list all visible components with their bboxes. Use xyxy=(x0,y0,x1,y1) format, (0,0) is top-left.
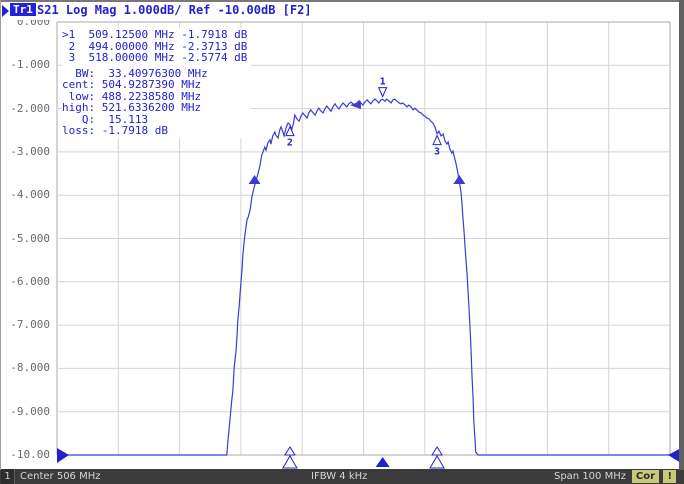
window-frame-left xyxy=(0,0,1,470)
y-tick-label: -6.000 xyxy=(0,276,50,288)
y-tick-label: -7.000 xyxy=(0,319,50,331)
marker-3-stimulus-upper-icon[interactable] xyxy=(432,447,442,455)
loss-readout: loss: -1.7918 dB xyxy=(62,125,247,137)
instrument-status-bar: 1 Center 506 MHz IFBW 4 kHz Span 100 MHz… xyxy=(0,469,684,484)
y-tick-label: -10.00 xyxy=(0,449,50,461)
ref-level-pointer-left-icon xyxy=(57,448,69,463)
cent-readout: cent: 504.9287390 MHz xyxy=(62,79,247,91)
trace1-badge[interactable]: Tr1 xyxy=(10,3,36,16)
high-readout: high: 521.6336200 MHz xyxy=(62,102,247,114)
marker-3-glyph-icon[interactable] xyxy=(433,136,441,145)
window-frame-right xyxy=(679,0,684,470)
y-tick-label: -8.000 xyxy=(0,362,50,374)
marker-3-stimulus-icon[interactable] xyxy=(430,456,444,468)
marker-readout-panel: >1 509.12500 MHz -1.7918 dB 2 494.00000 … xyxy=(62,28,251,138)
trace-status-bar: Tr1 S21 Log Mag 1.000dB/ Ref -10.00dB [F… xyxy=(0,2,684,20)
center-frequency-label: Center 506 MHz xyxy=(20,469,101,484)
marker-3-readout: 3 518.00000 MHz -2.5774 dB xyxy=(62,52,247,64)
marker-3-number-label: 3 xyxy=(434,147,440,158)
y-tick-label: -4.000 xyxy=(0,189,50,201)
bw-high-marker-icon[interactable] xyxy=(453,175,465,184)
trace-format-title[interactable]: S21 Log Mag 1.000dB/ Ref -10.00dB [F2] xyxy=(37,3,312,17)
y-tick-label: -3.000 xyxy=(0,146,50,158)
span-label: Span 100 MHz xyxy=(554,469,626,484)
y-axis-labels: 0.000-1.000-2.000-3.000-4.000-5.000-6.00… xyxy=(0,0,52,470)
y-tick-label: -9.000 xyxy=(0,406,50,418)
plot-region: 123 0.000-1.000-2.000-3.000-4.000-5.000-… xyxy=(0,0,684,470)
correction-on-badge: Cor xyxy=(632,470,659,483)
window-frame-top xyxy=(0,0,684,2)
y-tick-label: -5.000 xyxy=(0,233,50,245)
ifbw-label: IFBW 4 kHz xyxy=(311,469,367,484)
marker-1-number-label: 1 xyxy=(380,77,386,88)
bw-low-marker-icon[interactable] xyxy=(249,175,261,184)
marker-2-stimulus-icon[interactable] xyxy=(283,456,297,468)
marker-1-glyph-icon[interactable] xyxy=(379,88,387,97)
marker-1-readout: >1 509.12500 MHz -1.7918 dB xyxy=(62,29,247,41)
y-tick-label: -1.000 xyxy=(0,59,50,71)
marker-1-stimulus-icon[interactable] xyxy=(376,457,390,467)
marker-2-stimulus-upper-icon[interactable] xyxy=(285,447,295,455)
channel-number-badge: 1 xyxy=(1,469,15,484)
y-tick-label: -2.000 xyxy=(0,103,50,115)
alert-badge: ! xyxy=(663,470,676,483)
active-trace-arrow-icon xyxy=(2,5,9,17)
vna-screen: 123 0.000-1.000-2.000-3.000-4.000-5.000-… xyxy=(0,0,684,484)
marker-2-number-label: 2 xyxy=(287,138,293,149)
